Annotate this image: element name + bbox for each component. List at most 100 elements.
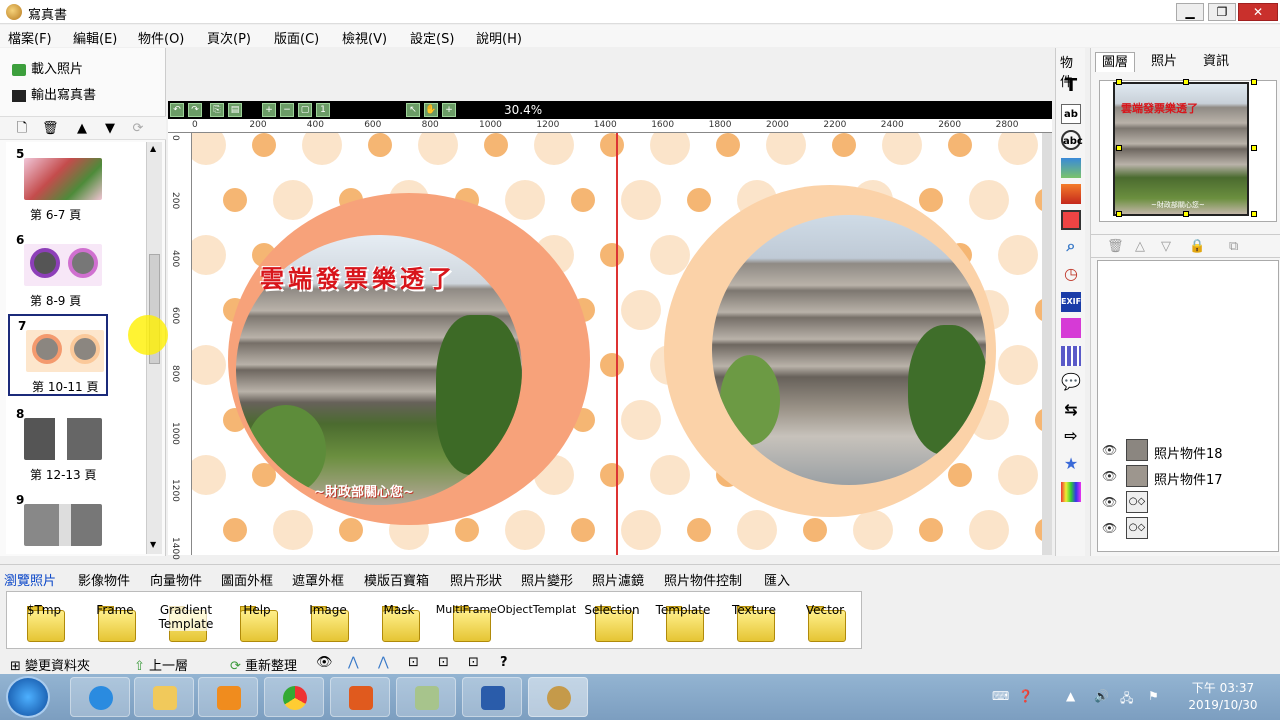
taskbar-ie[interactable] — [70, 677, 130, 717]
medium-icons-icon[interactable]: ⊡ — [438, 655, 449, 670]
folder-item[interactable]: Gradient Template — [151, 592, 221, 650]
undo-icon[interactable]: ↶ — [170, 103, 184, 117]
minimize-button[interactable]: ▁ — [1176, 3, 1204, 21]
folder-item[interactable]: Help — [222, 592, 292, 650]
group-icon[interactable]: ⧉ — [1229, 239, 1238, 254]
tab-info[interactable]: 資訊 — [1197, 52, 1235, 72]
folder-item[interactable]: MultiFrameObjectTemplat — [435, 592, 577, 650]
help-tray-icon[interactable]: ❓ — [1018, 689, 1033, 703]
frame-icon[interactable] — [1061, 210, 1081, 230]
tab-import[interactable]: 匯入 — [764, 570, 790, 589]
page-item[interactable]: 8 第 12-13 頁 — [8, 404, 108, 484]
resize-handle[interactable] — [1116, 79, 1122, 85]
fit-page-icon[interactable]: ▢ — [298, 103, 312, 117]
resize-handle[interactable] — [1183, 79, 1189, 85]
redo-icon[interactable]: ↷ — [188, 103, 202, 117]
sort-icon[interactable]: ⋀ — [348, 655, 359, 670]
folder-item[interactable]: Template — [648, 592, 718, 650]
resize-handle[interactable] — [1183, 211, 1189, 217]
load-photos-button[interactable]: 載入照片 — [12, 58, 83, 77]
speech-bubble-icon[interactable]: 💬 — [1061, 372, 1081, 392]
calendar-icon[interactable] — [1061, 346, 1081, 366]
keyboard-icon[interactable]: ⌨ — [992, 689, 1009, 703]
volume-icon[interactable]: 🔊 — [1094, 689, 1109, 703]
tab-layers[interactable]: 圖層 — [1095, 52, 1136, 72]
eye-icon[interactable]: 👁 — [1102, 521, 1117, 535]
menu-settings[interactable]: 設定(S) — [410, 28, 454, 47]
taskbar-media-player[interactable] — [198, 677, 258, 717]
scroll-down-icon[interactable]: ▼ — [150, 540, 156, 549]
taskbar-chrome[interactable] — [264, 677, 324, 717]
menu-edit[interactable]: 編輯(E) — [73, 28, 117, 47]
resize-handle[interactable] — [1116, 145, 1122, 151]
close-button[interactable]: ✕ — [1238, 3, 1278, 21]
tab-browse-photos[interactable]: 瀏覽照片 — [4, 570, 56, 589]
arrow-icon[interactable]: ⇨ — [1061, 426, 1081, 446]
view-icon[interactable]: 👁 — [316, 655, 333, 670]
folder-item[interactable]: Vector — [790, 592, 860, 650]
network-icon[interactable]: 🖧 — [1120, 689, 1133, 710]
menu-help[interactable]: 說明(H) — [476, 28, 522, 47]
design-canvas[interactable]: 雲端發票樂透了 ~財政部關心您~ — [192, 133, 1042, 555]
tab-photo-shape[interactable]: 照片形狀 — [450, 570, 502, 589]
help-icon[interactable]: ? — [500, 655, 508, 670]
tab-photo-filter[interactable]: 照片濾鏡 — [592, 570, 644, 589]
menu-page[interactable]: 頁次(P) — [207, 28, 251, 47]
trash-icon[interactable]: 🗑 — [42, 121, 59, 137]
color-grid-icon[interactable] — [1061, 482, 1081, 502]
photo-icon[interactable] — [1061, 184, 1081, 204]
folder-item[interactable]: Frame — [80, 592, 150, 650]
taskbar-explorer[interactable] — [134, 677, 194, 717]
folder-item[interactable]: Texture — [719, 592, 789, 650]
eye-icon[interactable]: 👁 — [1102, 469, 1117, 483]
layer-item[interactable]: 👁 ○◇ — [1102, 491, 1272, 515]
tab-photo-warp[interactable]: 照片變形 — [521, 570, 573, 589]
actual-size-icon[interactable]: 1 — [316, 103, 330, 117]
folder-item[interactable]: Mask — [364, 592, 434, 650]
tab-vector-objects[interactable]: 向量物件 — [150, 570, 202, 589]
folder-item[interactable]: Image — [293, 592, 363, 650]
layer-item[interactable]: 👁 照片物件17 — [1102, 465, 1272, 489]
eye-icon[interactable]: 👁 — [1102, 443, 1117, 457]
move-up-icon[interactable]: ▲ — [74, 121, 90, 137]
show-hidden-icon[interactable]: ▲ — [1066, 689, 1075, 703]
tab-picture-frames[interactable]: 圖面外框 — [221, 570, 273, 589]
move-down-icon[interactable]: ▼ — [102, 121, 118, 137]
new-page-icon[interactable]: 🗋 — [14, 121, 30, 137]
taskbar-green-app[interactable] — [396, 677, 456, 717]
select-icon[interactable]: + — [442, 103, 456, 117]
taskbar-photobook[interactable] — [528, 677, 588, 717]
maximize-button[interactable]: ❐ — [1208, 3, 1236, 21]
eye-icon[interactable]: 👁 — [1102, 495, 1117, 509]
large-icons-icon[interactable]: ⊡ — [468, 655, 479, 670]
folder-item[interactable]: $Tmp — [9, 592, 79, 650]
taskbar-ec-app[interactable] — [330, 677, 390, 717]
tab-photos[interactable]: 照片 — [1145, 52, 1183, 72]
tab-image-objects[interactable]: 影像物件 — [78, 570, 130, 589]
resize-handle[interactable] — [1251, 211, 1257, 217]
small-icons-icon[interactable]: ⊡ — [408, 655, 419, 670]
taskbar-word[interactable] — [462, 677, 522, 717]
flag-icon[interactable]: ⚑ — [1148, 689, 1159, 703]
refresh-button[interactable]: ⟳ 重新整理 — [230, 655, 297, 674]
system-clock[interactable]: 下午 03:37 2019/10/30 — [1182, 680, 1264, 714]
lock-icon[interactable]: 🔒 — [1189, 239, 1205, 254]
menu-layout[interactable]: 版面(C) — [274, 28, 319, 47]
text-icon[interactable]: T — [1061, 76, 1081, 96]
hand-icon[interactable]: ✋ — [424, 103, 438, 117]
exif-icon[interactable]: EXIF — [1061, 292, 1081, 312]
page-item-selected[interactable]: 7 第 10-11 頁 — [8, 314, 108, 396]
resize-handle[interactable] — [1116, 211, 1122, 217]
textbox-icon[interactable]: ab — [1061, 104, 1081, 124]
trash-icon[interactable]: 🗑 — [1107, 239, 1124, 254]
page-item[interactable]: 6 第 8-9 頁 — [8, 230, 108, 310]
layer-item[interactable]: 👁 ○◇ — [1102, 517, 1272, 541]
scroll-up-icon[interactable]: ▲ — [150, 144, 156, 153]
zoom-in-icon[interactable]: + — [262, 103, 276, 117]
canvas-caption-text[interactable]: ~財政部關心您~ — [314, 481, 414, 500]
pointer-icon[interactable]: ↖ — [406, 103, 420, 117]
preview-image[interactable]: 雲端發票樂透了 ~財政部關心您~ — [1113, 82, 1249, 216]
menu-view[interactable]: 檢視(V) — [342, 28, 387, 47]
menu-object[interactable]: 物件(O) — [138, 28, 184, 47]
sort-desc-icon[interactable]: ⋀ — [378, 655, 389, 670]
